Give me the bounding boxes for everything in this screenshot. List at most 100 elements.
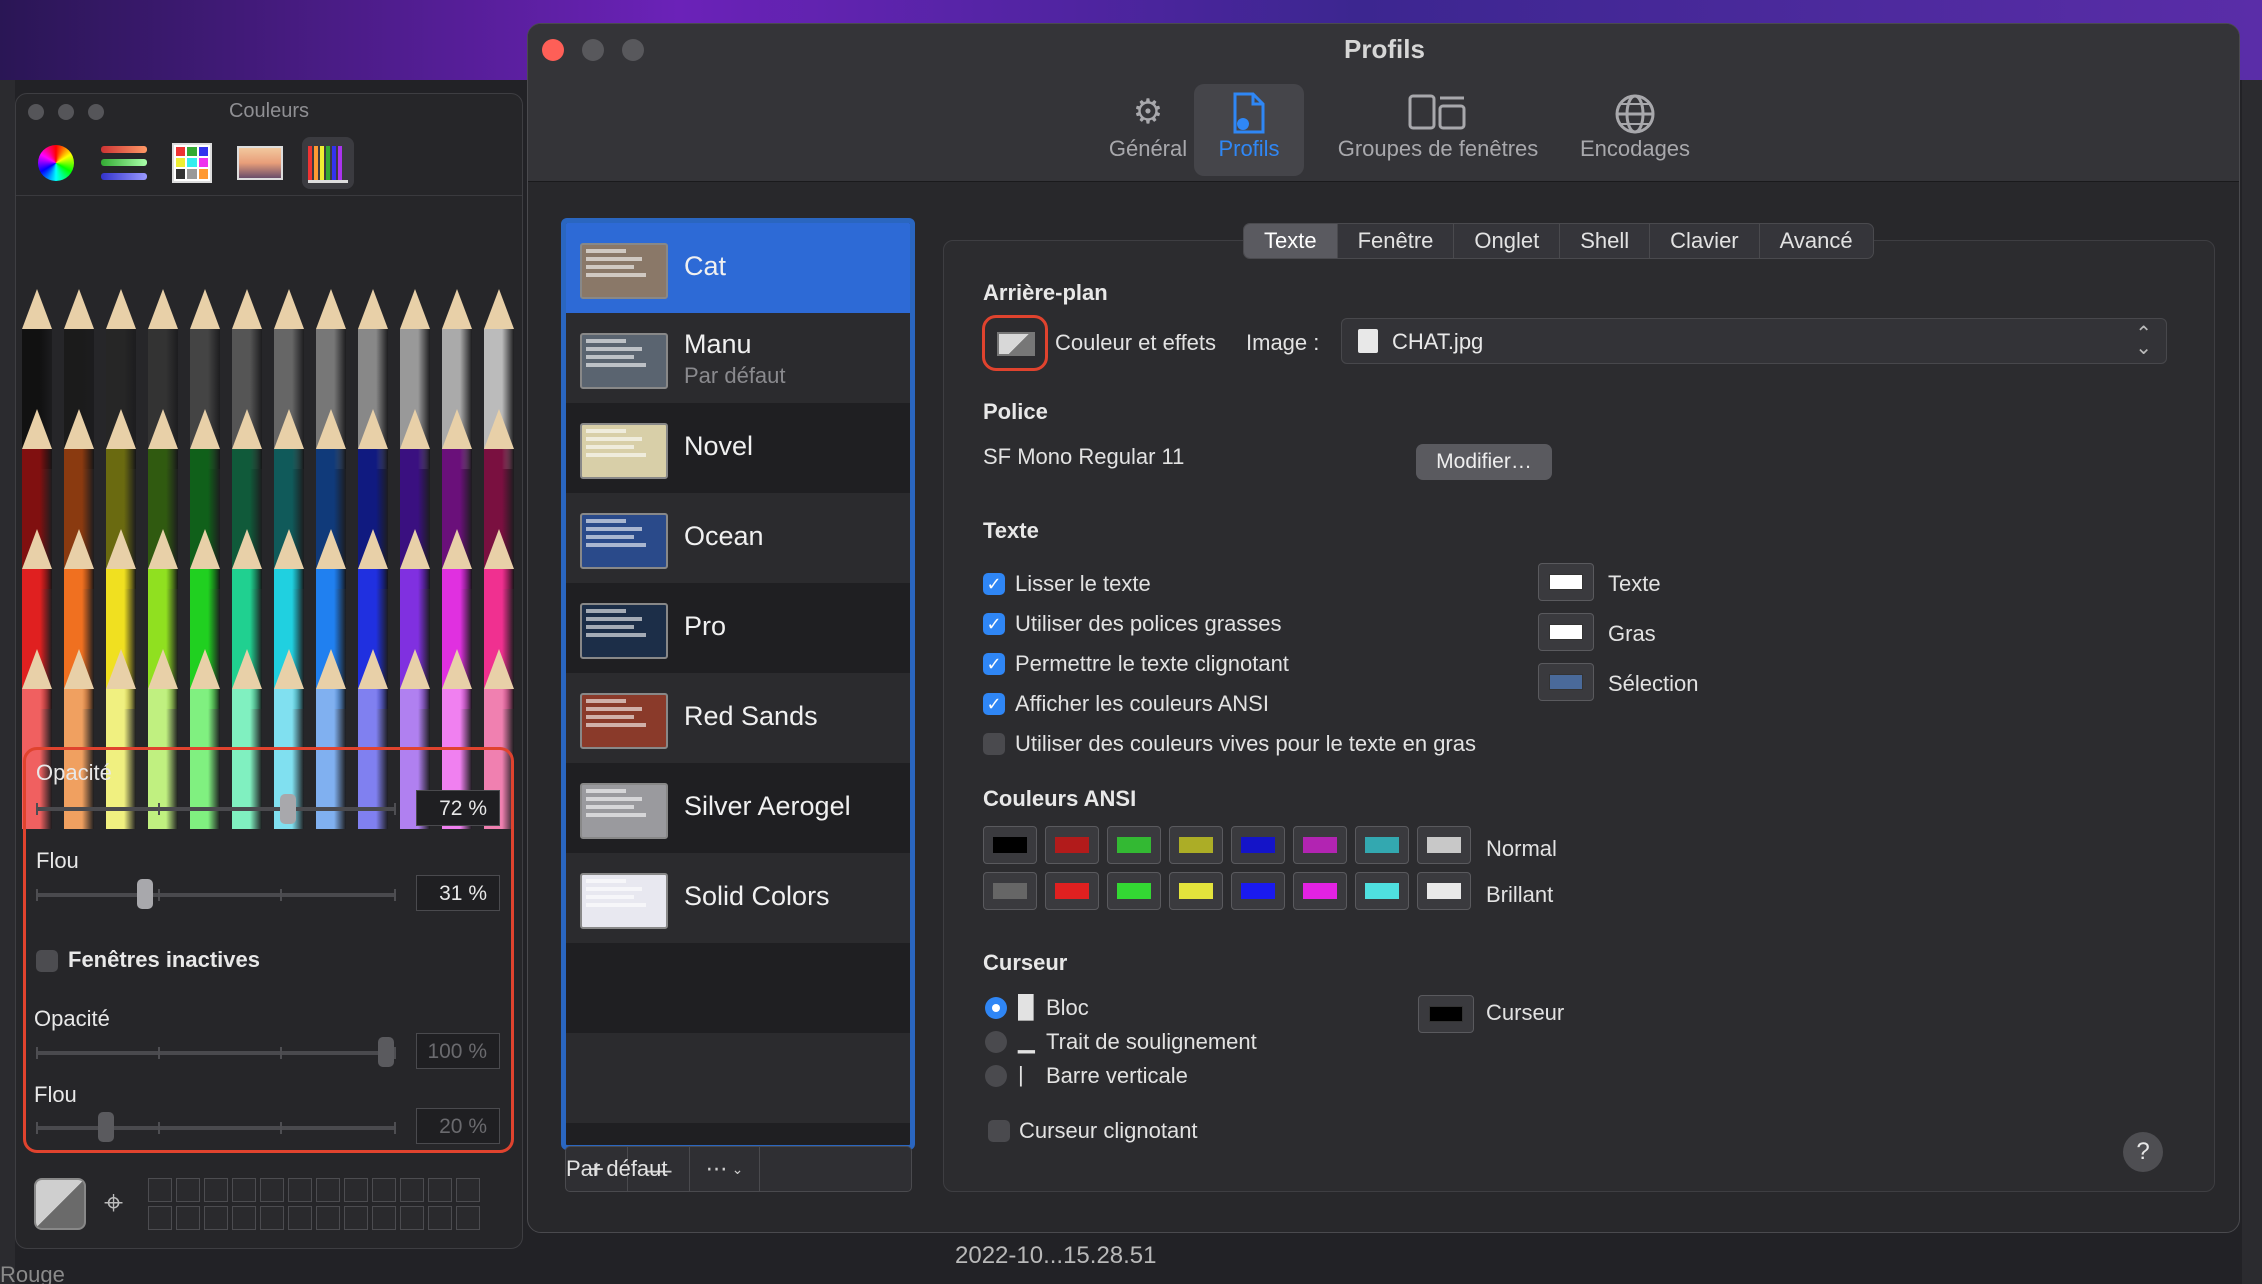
empty-swatch[interactable]: [288, 1206, 312, 1230]
inactive-windows-checkbox[interactable]: [36, 950, 58, 972]
tab-texte[interactable]: Texte: [1244, 224, 1338, 258]
image-palettes-button[interactable]: [234, 137, 286, 189]
profile-row[interactable]: Red Sands: [566, 673, 910, 763]
current-color-well[interactable]: [34, 1178, 86, 1230]
inactive-blur-slider[interactable]: [36, 1126, 396, 1130]
ansi-bright-color-well[interactable]: [1231, 872, 1285, 910]
empty-swatch[interactable]: [232, 1206, 256, 1230]
tab-onglet[interactable]: Onglet: [1454, 224, 1561, 258]
empty-swatch[interactable]: [176, 1178, 200, 1202]
tab-avancé[interactable]: Avancé: [1760, 224, 1873, 258]
empty-swatch[interactable]: [316, 1206, 340, 1230]
empty-swatch[interactable]: [344, 1206, 368, 1230]
cursor-style-radio[interactable]: [985, 997, 1007, 1019]
opacity-slider[interactable]: [36, 807, 396, 811]
tab-fenêtre[interactable]: Fenêtre: [1338, 224, 1455, 258]
cursor-blink-checkbox[interactable]: [988, 1120, 1010, 1142]
ansi-normal-color-well[interactable]: [1169, 826, 1223, 864]
empty-swatch[interactable]: [428, 1206, 452, 1230]
background-color-well[interactable]: [982, 315, 1048, 371]
ansi-normal-color-well[interactable]: [1417, 826, 1471, 864]
help-button[interactable]: ?: [2123, 1132, 2163, 1172]
blur-value[interactable]: 31 %: [416, 875, 500, 911]
color-wheel-button[interactable]: [30, 137, 82, 189]
text-option-checkbox[interactable]: [983, 733, 1005, 755]
profile-row[interactable]: Ocean: [566, 493, 910, 583]
ansi-normal-color-well[interactable]: [1107, 826, 1161, 864]
empty-swatch[interactable]: [428, 1178, 452, 1202]
ansi-normal-color-well[interactable]: [1293, 826, 1347, 864]
opacity-slider-knob[interactable]: [280, 794, 296, 824]
color-palettes-button[interactable]: [166, 137, 218, 189]
blur-slider-knob[interactable]: [136, 879, 153, 909]
inactive-blur-value[interactable]: 20 %: [416, 1108, 500, 1144]
empty-swatch[interactable]: [372, 1178, 396, 1202]
text-color-well[interactable]: [1538, 613, 1594, 651]
ansi-bright-color-well[interactable]: [983, 872, 1037, 910]
ansi-bright-color-well[interactable]: [1045, 872, 1099, 910]
toolbar-general[interactable]: ⚙ Général: [1086, 84, 1210, 176]
inactive-opacity-slider[interactable]: [36, 1051, 396, 1055]
ansi-normal-color-well[interactable]: [1355, 826, 1409, 864]
empty-swatch[interactable]: [456, 1178, 480, 1202]
empty-swatch[interactable]: [148, 1206, 172, 1230]
crayons-button[interactable]: [302, 136, 354, 189]
text-option-checkbox[interactable]: ✓: [983, 573, 1005, 595]
opacity-value[interactable]: 72 %: [416, 790, 500, 826]
text-option-checkbox[interactable]: ✓: [983, 693, 1005, 715]
toolbar-window-groups[interactable]: Groupes de fenêtres: [1318, 84, 1558, 176]
toolbar-profiles[interactable]: Profils: [1194, 84, 1304, 176]
more-actions-button[interactable]: ⋯ ⌄: [690, 1147, 760, 1191]
tab-shell[interactable]: Shell: [1560, 224, 1651, 258]
ansi-bright-color-well[interactable]: [1293, 872, 1347, 910]
ansi-normal-color-well[interactable]: [983, 826, 1037, 864]
ansi-bright-color-well[interactable]: [1355, 872, 1409, 910]
cursor-style-radio[interactable]: [985, 1031, 1007, 1053]
tab-clavier[interactable]: Clavier: [1650, 224, 1760, 258]
empty-swatch[interactable]: [400, 1178, 424, 1202]
ansi-normal-color-well[interactable]: [1231, 826, 1285, 864]
ansi-normal-color-well[interactable]: [1045, 826, 1099, 864]
profile-row[interactable]: Pro: [566, 583, 910, 673]
blur-slider[interactable]: [36, 893, 396, 897]
cursor-color-well[interactable]: [1418, 995, 1474, 1033]
empty-swatch[interactable]: [316, 1178, 340, 1202]
profile-row[interactable]: Solid Colors: [566, 853, 910, 943]
ansi-bright-color-well[interactable]: [1107, 872, 1161, 910]
empty-swatch[interactable]: [148, 1178, 172, 1202]
profile-row[interactable]: Novel: [566, 403, 910, 493]
text-color-well[interactable]: [1538, 663, 1594, 701]
eyedropper-icon[interactable]: ⌖: [104, 1184, 123, 1223]
cursor-style-radio[interactable]: [985, 1065, 1007, 1087]
desktop-file-name[interactable]: 2022-10...15.28.51: [955, 1242, 1157, 1270]
empty-swatch[interactable]: [204, 1206, 228, 1230]
empty-swatch[interactable]: [372, 1206, 396, 1230]
empty-swatch[interactable]: [204, 1178, 228, 1202]
ansi-bright-color-well[interactable]: [1169, 872, 1223, 910]
ansi-bright-color-well[interactable]: [1417, 872, 1471, 910]
inactive-opacity-slider-knob[interactable]: [378, 1037, 394, 1067]
empty-swatch[interactable]: [260, 1206, 284, 1230]
empty-swatch[interactable]: [288, 1178, 312, 1202]
custom-swatches[interactable]: [148, 1178, 480, 1230]
color-sliders-button[interactable]: [98, 137, 150, 189]
profile-list[interactable]: Cat Manu Par défaut Novel Ocean Pro Red Sands S…: [561, 218, 915, 1150]
change-font-button[interactable]: Modifier…: [1416, 444, 1552, 480]
profile-row[interactable]: Manu Par défaut: [566, 313, 910, 403]
text-option-checkbox[interactable]: ✓: [983, 653, 1005, 675]
inactive-opacity-value[interactable]: 100 %: [416, 1033, 500, 1069]
empty-swatch[interactable]: [232, 1178, 256, 1202]
text-option-checkbox[interactable]: ✓: [983, 613, 1005, 635]
empty-swatch[interactable]: [400, 1206, 424, 1230]
profile-row[interactable]: Cat: [566, 223, 910, 313]
set-default-button[interactable]: Par défaut: [566, 1147, 668, 1191]
background-image-select[interactable]: CHAT.jpg ⌃ ⌄: [1341, 318, 2167, 364]
empty-swatch[interactable]: [176, 1206, 200, 1230]
empty-swatch[interactable]: [344, 1178, 368, 1202]
profile-row[interactable]: Silver Aerogel: [566, 763, 910, 853]
toolbar-encodings[interactable]: Encodages: [1560, 84, 1710, 176]
inactive-blur-slider-knob[interactable]: [98, 1112, 114, 1142]
empty-swatch[interactable]: [260, 1178, 284, 1202]
text-color-well[interactable]: [1538, 563, 1594, 601]
empty-swatch[interactable]: [456, 1206, 480, 1230]
